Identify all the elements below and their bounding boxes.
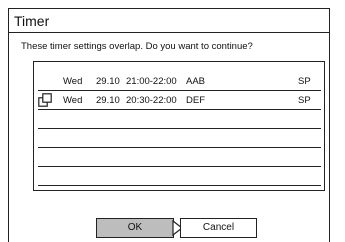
row-name: AAB	[186, 76, 206, 87]
empty-row[interactable]	[38, 148, 321, 167]
row-date: 29.10	[96, 95, 120, 106]
empty-row[interactable]	[38, 110, 321, 129]
timer-dialog: Timer These timer settings overlap. Do y…	[8, 8, 330, 242]
timer-row[interactable]: Wed 29.10 20:30-22:00 DEF SP	[38, 91, 321, 110]
empty-row[interactable]	[38, 167, 321, 186]
row-day: Wed	[63, 95, 83, 106]
overlap-message: These timer settings overlap. Do you wan…	[21, 41, 253, 52]
ok-button[interactable]: OK	[96, 218, 174, 238]
cancel-button[interactable]: Cancel	[180, 218, 257, 238]
row-name: DEF	[186, 95, 205, 106]
row-time: 20:30-22:00	[126, 95, 177, 106]
row-day: Wed	[63, 76, 83, 87]
overlap-icon	[38, 93, 52, 107]
row-mode: SP	[298, 76, 311, 87]
timer-row[interactable]: Wed 29.10 21:00-22:00 AAB SP	[38, 72, 321, 91]
empty-row[interactable]	[38, 129, 321, 148]
timer-list: Wed 29.10 21:00-22:00 AAB SP Wed 29.10 2…	[33, 61, 325, 191]
row-mode: SP	[298, 95, 311, 106]
row-date: 29.10	[96, 76, 120, 87]
dialog-title: Timer	[9, 9, 329, 33]
row-time: 21:00-22:00	[126, 76, 177, 87]
